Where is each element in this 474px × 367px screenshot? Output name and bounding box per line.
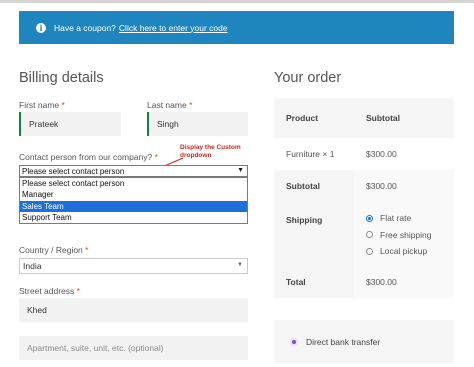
subtotal-row: Subtotal $300.00: [274, 170, 454, 202]
chevron-down-icon: ▼: [237, 167, 244, 174]
total-row: Total $300.00: [274, 266, 454, 298]
table-row: Furniture × 1 $300.00: [274, 138, 454, 170]
radio-selected-icon[interactable]: [290, 337, 298, 346]
street-address-label: Street address *: [19, 286, 80, 296]
dropdown-option[interactable]: Manager: [20, 189, 247, 200]
coupon-lead-text: Have a coupon?: [54, 22, 116, 33]
coupon-link[interactable]: Click here to enter your code: [119, 23, 228, 33]
radio-selected-icon[interactable]: [366, 214, 373, 222]
contact-person-dropdown-list: Please select contact person Manager Sal…: [19, 177, 248, 224]
top-border: [0, 0, 474, 3]
street-address-input[interactable]: Khed: [19, 298, 248, 322]
info-icon: i: [36, 22, 46, 33]
shipping-option-local-pickup[interactable]: Local pickup: [366, 243, 454, 260]
order-review-table: Product Subtotal Furniture × 1 $300.00 S…: [274, 98, 454, 298]
chevron-down-icon: ▼: [237, 262, 243, 268]
billing-details-title: Billing details: [19, 70, 104, 86]
subtotal-value: $300.00: [354, 170, 454, 202]
subtotal-column-header: Subtotal: [354, 98, 454, 138]
last-name-input[interactable]: Singh: [147, 112, 248, 136]
total-value: $300.00: [354, 266, 454, 298]
contact-person-label: Contact person from our company? *: [19, 152, 158, 162]
shipping-label: Shipping: [274, 202, 354, 266]
shipping-option-free[interactable]: Free shipping: [366, 227, 454, 244]
first-name-input[interactable]: Prateek: [19, 112, 121, 136]
total-label: Total: [274, 266, 354, 298]
table-header-row: Product Subtotal: [274, 98, 454, 138]
coupon-notice: i Have a coupon? Click here to enter you…: [19, 11, 454, 44]
shipping-options: Flat rate Free shipping Local pickup: [354, 202, 454, 266]
dropdown-option-highlighted[interactable]: Sales Team: [20, 200, 247, 212]
subtotal-label: Subtotal: [274, 170, 354, 202]
contact-person-select[interactable]: Please select contact person ▼: [19, 165, 248, 177]
apartment-input[interactable]: Apartment, suite, unit, etc. (optional): [19, 336, 248, 360]
dropdown-option[interactable]: Please select contact person: [20, 178, 247, 189]
product-name: Furniture × 1: [274, 138, 354, 170]
product-price: $300.00: [354, 138, 454, 170]
payment-method[interactable]: Direct bank transfer: [274, 320, 454, 363]
country-label: Country / Region *: [19, 245, 89, 255]
country-select[interactable]: India ▼: [19, 258, 248, 274]
last-name-label: Last name *: [147, 100, 193, 110]
product-column-header: Product: [274, 98, 354, 138]
your-order-title: Your order: [274, 70, 342, 86]
first-name-label: First name *: [19, 100, 65, 110]
dropdown-option[interactable]: Support Team: [20, 212, 247, 223]
annotation-note: Display the Custom dropdown: [180, 144, 241, 159]
shipping-option-flat-rate[interactable]: Flat rate: [366, 210, 454, 227]
radio-icon[interactable]: [366, 247, 373, 255]
shipping-row: Shipping Flat rate Free shipping Local p…: [274, 202, 454, 266]
radio-icon[interactable]: [366, 231, 373, 239]
